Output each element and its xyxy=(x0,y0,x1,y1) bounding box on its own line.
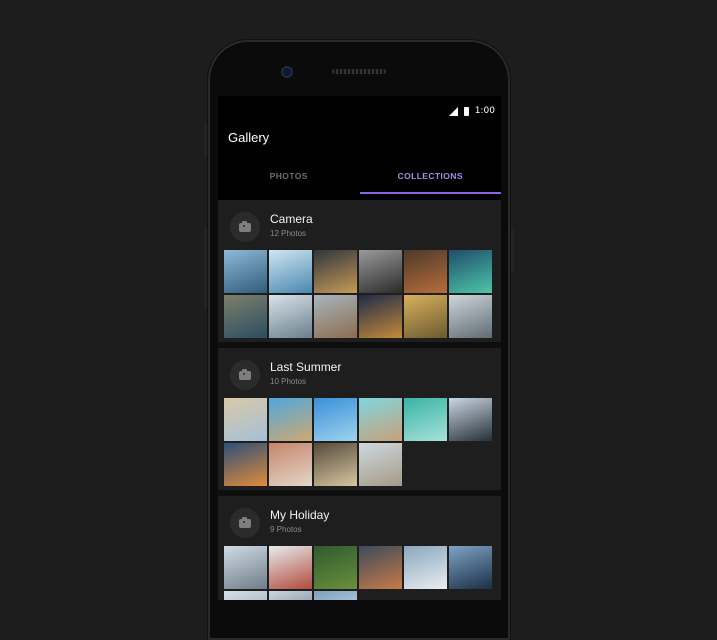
photo-thumbnail[interactable] xyxy=(269,250,312,293)
collections-list: Camera 12 Photos Last Summer 10 Photos M… xyxy=(218,200,501,600)
signal-icon xyxy=(448,106,458,116)
album-card-camera[interactable]: Camera 12 Photos xyxy=(218,200,501,342)
phone-screen: 1:00 Gallery PHOTOS COLLECTIONS Camera 1… xyxy=(218,96,501,600)
photo-thumbnail[interactable] xyxy=(314,591,357,600)
album-title: Camera xyxy=(270,212,313,226)
photo-thumbnail[interactable] xyxy=(314,546,357,589)
album-header: Last Summer 10 Photos xyxy=(218,348,501,398)
thumbnail-grid xyxy=(224,546,492,600)
thumbnail-grid xyxy=(224,398,492,486)
photo-thumbnail[interactable] xyxy=(314,443,357,486)
photo-thumbnail[interactable] xyxy=(404,546,447,589)
photo-thumbnail[interactable] xyxy=(224,591,267,600)
photo-thumbnail[interactable] xyxy=(449,398,492,441)
tab-collections[interactable]: COLLECTIONS xyxy=(359,160,502,194)
photo-thumbnail[interactable] xyxy=(449,546,492,589)
photo-thumbnail[interactable] xyxy=(359,546,402,589)
camera-icon xyxy=(230,508,260,538)
album-count: 12 Photos xyxy=(270,229,307,238)
status-time: 1:00 xyxy=(474,106,495,116)
photo-thumbnail[interactable] xyxy=(314,398,357,441)
photo-thumbnail[interactable] xyxy=(269,443,312,486)
photo-thumbnail[interactable] xyxy=(404,295,447,338)
camera-icon xyxy=(230,360,260,390)
photo-thumbnail[interactable] xyxy=(404,250,447,293)
photo-thumbnail[interactable] xyxy=(224,250,267,293)
app-title: Gallery xyxy=(228,130,270,145)
photo-thumbnail[interactable] xyxy=(359,398,402,441)
album-header: My Holiday 9 Photos xyxy=(218,496,501,546)
album-card-my-holiday[interactable]: My Holiday 9 Photos xyxy=(218,496,501,600)
photo-thumbnail[interactable] xyxy=(269,546,312,589)
front-camera xyxy=(281,66,293,78)
tab-photos[interactable]: PHOTOS xyxy=(218,160,360,194)
photo-thumbnail[interactable] xyxy=(224,398,267,441)
earpiece-speaker xyxy=(332,69,386,74)
album-card-last-summer[interactable]: Last Summer 10 Photos xyxy=(218,348,501,490)
battery-icon xyxy=(463,106,469,116)
photo-thumbnail[interactable] xyxy=(269,591,312,600)
app-bar: Gallery xyxy=(218,120,501,160)
photo-thumbnail[interactable] xyxy=(314,250,357,293)
photo-thumbnail[interactable] xyxy=(224,295,267,338)
photo-thumbnail[interactable] xyxy=(269,398,312,441)
album-count: 9 Photos xyxy=(270,525,302,534)
photo-thumbnail[interactable] xyxy=(269,295,312,338)
album-header: Camera 12 Photos xyxy=(218,200,501,250)
photo-thumbnail[interactable] xyxy=(359,250,402,293)
photo-thumbnail[interactable] xyxy=(314,295,357,338)
album-title: Last Summer xyxy=(270,360,342,374)
album-count: 10 Photos xyxy=(270,377,307,386)
tab-bar: PHOTOS COLLECTIONS xyxy=(218,160,501,194)
camera-icon xyxy=(230,212,260,242)
photo-thumbnail[interactable] xyxy=(404,398,447,441)
photo-thumbnail[interactable] xyxy=(449,250,492,293)
photo-thumbnail[interactable] xyxy=(359,443,402,486)
photo-thumbnail[interactable] xyxy=(359,295,402,338)
status-bar: 1:00 xyxy=(448,104,495,118)
phone-side-button-right xyxy=(510,228,514,274)
photo-thumbnail[interactable] xyxy=(449,295,492,338)
photo-thumbnail[interactable] xyxy=(224,443,267,486)
photo-thumbnail[interactable] xyxy=(224,546,267,589)
thumbnail-grid xyxy=(224,250,492,338)
album-title: My Holiday xyxy=(270,508,330,522)
